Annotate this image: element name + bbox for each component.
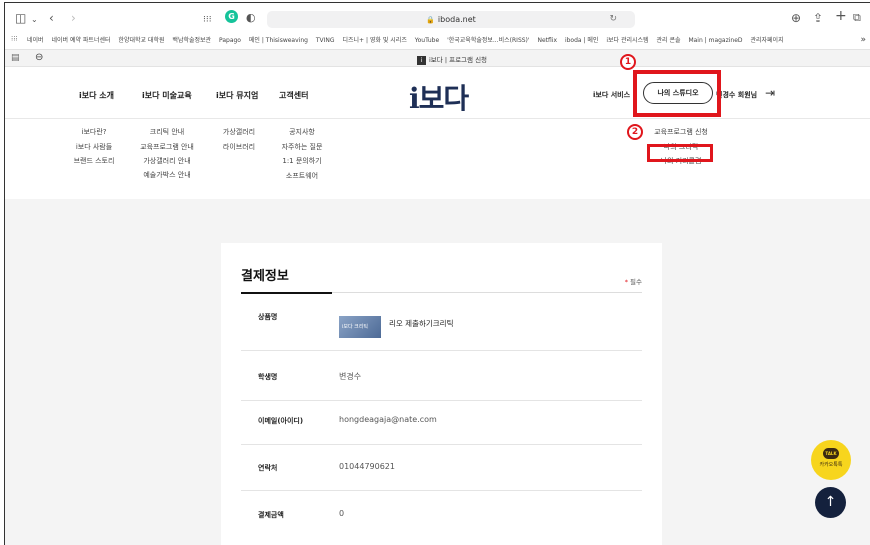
- grammarly-icon[interactable]: G: [225, 10, 238, 23]
- chevron-down-icon[interactable]: ⌄: [31, 12, 38, 28]
- back-icon[interactable]: ‹: [49, 10, 54, 26]
- product-thumbnail: i보다 크리틱: [339, 316, 381, 338]
- plus-icon[interactable]: +: [835, 8, 847, 24]
- submenu-about: i보다란? i보다 사람들 브랜드 스토리: [59, 125, 129, 169]
- site-logo[interactable]: i보다: [409, 77, 469, 117]
- reload-icon[interactable]: ↻: [609, 11, 617, 28]
- bookmark-item[interactable]: 관리 콘솔: [657, 37, 681, 44]
- field-label: 상품명: [258, 313, 278, 321]
- row-product: 상품명 i보다 크리틱 리오 제출하기크리틱: [241, 294, 642, 351]
- submenu-item[interactable]: 예술가박스 안내: [139, 168, 195, 183]
- submenu-item[interactable]: 가상갤러리 안내: [139, 154, 195, 169]
- payment-card: 결제정보 * 필수 상품명 i보다 크리틱 리오 제출하기크리틱 학생명 변경수…: [221, 243, 662, 545]
- bookmark-item[interactable]: iboda | 메인: [565, 37, 599, 44]
- bookmark-item[interactable]: YouTube: [415, 37, 439, 44]
- row-amount: 결제금액 0: [241, 491, 642, 535]
- row-student: 학생명 변경수: [241, 351, 642, 401]
- nav-about[interactable]: i보다 소개: [79, 90, 114, 101]
- active-tab[interactable]: i i보다 | 프로그램 신청: [417, 54, 487, 65]
- field-value: 0: [339, 509, 345, 518]
- nav-support[interactable]: 고객센터: [279, 90, 308, 101]
- sidebar-icon[interactable]: ◫: [15, 10, 26, 26]
- field-label: 결제금액: [258, 511, 284, 519]
- highlight-box-2: [647, 144, 713, 162]
- field-label: 이메일(아이디): [258, 417, 304, 425]
- bookmark-item[interactable]: 백남학술정보관: [172, 37, 211, 44]
- tabs-icon[interactable]: ⧉: [853, 10, 861, 26]
- member-name[interactable]: 변경수 회원님: [716, 90, 757, 100]
- payment-title: 결제정보: [241, 269, 289, 284]
- bookmark-item[interactable]: Main | magazineD: [688, 37, 742, 44]
- nav-museum[interactable]: i보다 뮤지엄: [216, 90, 258, 101]
- bookmark-item[interactable]: i보다 관리시스템: [606, 37, 648, 44]
- url-text: iboda.net: [437, 15, 476, 24]
- submenu-item[interactable]: 크리틱 안내: [139, 125, 195, 140]
- bookmarks-bar: ⁝⁝⁝ 네이버 네이버 예약 파트너센터 한양대학교 대학원 백남학술정보관 P…: [5, 35, 870, 47]
- kakao-chat-button[interactable]: TALK 카카오톡톡: [811, 440, 851, 480]
- submenu-museum: 가상갤러리 라이브러리: [211, 125, 267, 154]
- logout-icon[interactable]: ⇥: [765, 86, 775, 100]
- bookmark-item[interactable]: Netflix: [537, 37, 557, 44]
- submenu-item[interactable]: 가상갤러리: [211, 125, 267, 140]
- bookmarks-more-icon[interactable]: »: [860, 35, 866, 45]
- share-icon[interactable]: ⇪: [813, 10, 823, 26]
- kakao-label: 카카오톡톡: [819, 462, 843, 468]
- bookmark-item[interactable]: Papago: [219, 37, 241, 44]
- field-value: 변경수: [339, 372, 362, 381]
- apps-grid-icon[interactable]: ⁝⁝⁝: [11, 35, 18, 43]
- download-icon[interactable]: ⊕: [791, 10, 801, 26]
- address-bar[interactable]: 🔒 iboda.net ↻: [267, 11, 635, 28]
- bookmark-item[interactable]: 네이버: [27, 37, 44, 44]
- site-header: i보다 소개 i보다 미술교육 i보다 뮤지엄 고객센터 i보다 i보다 서비스…: [5, 69, 870, 119]
- tab-group-icon[interactable]: ⊖: [35, 52, 43, 63]
- forward-icon[interactable]: ›: [71, 10, 76, 26]
- browser-toolbar: ◫ ⌄ ‹ › ⁝⁝⁝ G ◐ 🔒 iboda.net ↻ ⊕ ⇪ + ⧉: [5, 3, 870, 33]
- bookmark-item[interactable]: 디즈니+ | 영화 및 시리즈: [342, 37, 406, 44]
- mega-menu: i보다란? i보다 사람들 브랜드 스토리 크리틱 안내 교육프로그램 안내 가…: [5, 125, 870, 203]
- browser-window: ◫ ⌄ ‹ › ⁝⁝⁝ G ◐ 🔒 iboda.net ↻ ⊕ ⇪ + ⧉ ⁝⁝⁝…: [4, 2, 870, 545]
- favicon-icon: i: [417, 55, 426, 65]
- submenu-item[interactable]: 자주하는 질문: [267, 140, 337, 155]
- product-name: 리오 제출하기크리틱: [389, 319, 454, 328]
- submenu-support: 공지사항 자주하는 질문 1:1 문의하기 소프트웨어: [267, 125, 337, 183]
- step-badge-2: 2: [627, 124, 643, 140]
- nav-education[interactable]: i보다 미술교육: [142, 90, 192, 101]
- field-value: hongdeagaja@nate.com: [339, 415, 437, 424]
- bookmark-item[interactable]: 관리자페이지: [750, 37, 783, 44]
- submenu-item[interactable]: 브랜드 스토리: [59, 154, 129, 169]
- reading-list-icon[interactable]: ▤: [11, 53, 20, 63]
- lock-icon: 🔒: [426, 16, 435, 24]
- bookmark-item[interactable]: TVING: [316, 37, 335, 44]
- bookmark-item[interactable]: 네이버 예약 파트너센터: [51, 37, 110, 44]
- scroll-top-button[interactable]: ↑: [815, 487, 846, 518]
- submenu-item[interactable]: 공지사항: [267, 125, 337, 140]
- field-label: 연락처: [258, 464, 278, 472]
- required-note: * 필수: [624, 278, 642, 286]
- privacy-icon[interactable]: ◐: [246, 10, 256, 26]
- row-email: 이메일(아이디) hongdeagaja@nate.com: [241, 401, 642, 445]
- tab-title: i보다 | 프로그램 신청: [429, 56, 488, 64]
- bookmark-item[interactable]: '한국교육학술정보...비스(RISS)': [447, 37, 529, 44]
- step-badge-1: 1: [620, 54, 636, 70]
- submenu-item[interactable]: 라이브러리: [211, 140, 267, 155]
- highlight-box-1: [633, 70, 721, 117]
- submenu-item[interactable]: 교육프로그램 신청: [641, 125, 721, 140]
- submenu-item[interactable]: 1:1 문의하기: [267, 154, 337, 169]
- submenu-item[interactable]: i보다란?: [59, 125, 129, 140]
- field-value: 01044790621: [339, 462, 395, 471]
- grid-icon[interactable]: ⁝⁝⁝: [203, 12, 212, 28]
- submenu-item[interactable]: 소프트웨어: [267, 169, 337, 184]
- kakao-talk-icon: TALK: [823, 448, 839, 459]
- tab-bar: ▤ ⊖ i i보다 | 프로그램 신청: [5, 49, 870, 67]
- title-divider: [332, 292, 642, 293]
- bookmark-item[interactable]: 한양대학교 대학원: [118, 37, 164, 44]
- submenu-education: 크리틱 안내 교육프로그램 안내 가상갤러리 안내 예술가박스 안내: [139, 125, 195, 183]
- bookmark-item[interactable]: 메인 | Thisisweaving: [249, 37, 308, 44]
- submenu-item[interactable]: i보다 사람들: [59, 140, 129, 155]
- row-phone: 연락처 01044790621: [241, 445, 642, 491]
- field-label: 학생명: [258, 373, 278, 381]
- submenu-item[interactable]: 교육프로그램 안내: [139, 140, 195, 154]
- nav-service[interactable]: i보다 서비스: [593, 90, 630, 100]
